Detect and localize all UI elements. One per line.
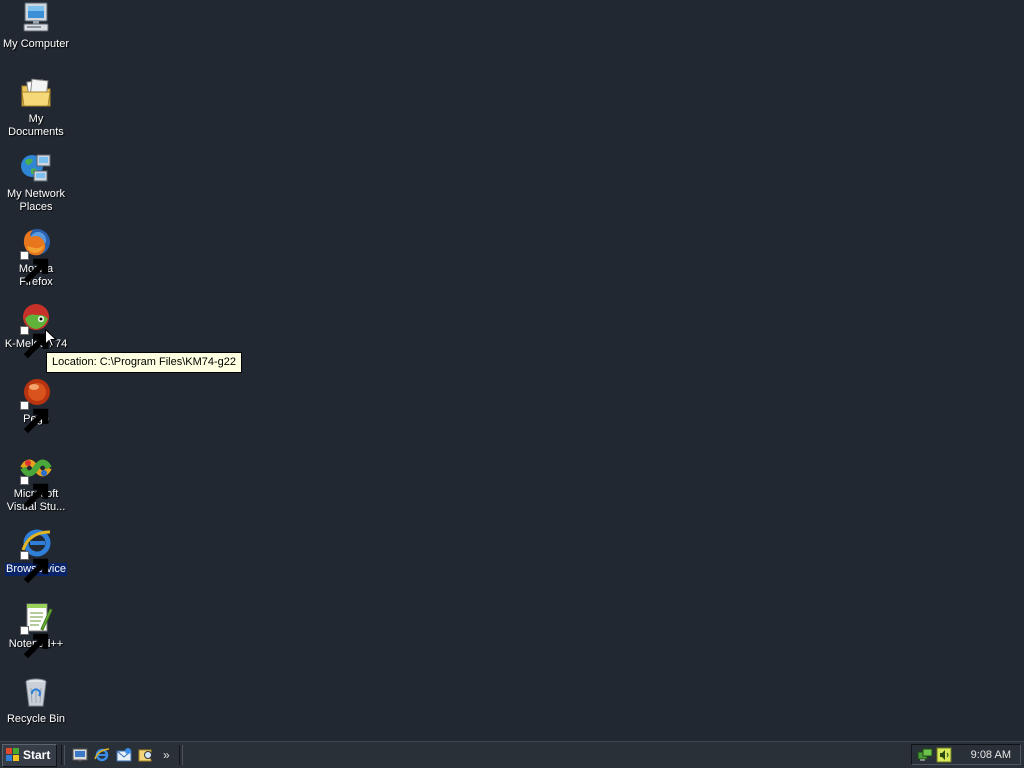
desktop-icon-pego[interactable]: Pego: [0, 376, 72, 434]
location-tooltip: Location: C:\Program Files\KM74-g22: [46, 352, 243, 373]
search-icon[interactable]: [137, 746, 155, 764]
shortcut-arrow-icon: [20, 251, 49, 284]
firefox-icon: [19, 226, 53, 284]
computer-icon: [19, 1, 53, 35]
desktop-icon-recycle-bin[interactable]: Recycle Bin: [0, 676, 72, 726]
system-tray: 9:08 AM: [911, 744, 1021, 765]
desktop-icon-my-computer[interactable]: My Computer: [0, 1, 72, 51]
start-label: Start: [23, 748, 51, 762]
shortcut-arrow-icon: [20, 401, 49, 434]
start-button[interactable]: Start: [2, 743, 58, 767]
desktop[interactable]: My Computer My Documents My Network Plac…: [0, 0, 1024, 741]
outlook-express-icon[interactable]: [115, 746, 133, 764]
desktop-icon-label: My Computer: [2, 38, 70, 50]
taskbar-separator: [61, 745, 66, 765]
notepad-plus-plus-icon: [19, 601, 53, 659]
desktop-icon-label: My Documents: [8, 113, 64, 138]
clock[interactable]: 9:08 AM: [971, 749, 1011, 761]
quick-launch-more-button[interactable]: »: [161, 748, 171, 762]
desktop-icon-visual-studio[interactable]: Microsoft Visual Stu...: [0, 451, 72, 514]
shortcut-arrow-icon: [20, 626, 49, 659]
desktop-icon-browservice[interactable]: Browservice: [0, 526, 72, 584]
recycle-bin-icon: [19, 676, 53, 710]
shortcut-arrow-icon: [20, 551, 49, 584]
shortcut-arrow-icon: [20, 326, 49, 359]
windows-logo-icon: [6, 748, 19, 761]
taskbar-separator: [179, 745, 184, 765]
shortcut-arrow-icon: [20, 476, 49, 509]
internet-explorer-icon[interactable]: [93, 746, 111, 764]
network-places-icon: [19, 151, 53, 185]
desktop-icon-label: Recycle Bin: [6, 713, 66, 725]
documents-folder-icon: [19, 76, 53, 110]
desktop-icon-notepad-plus-plus[interactable]: Notepad++: [0, 601, 72, 659]
desktop-icon-my-network-places[interactable]: My Network Places: [0, 151, 72, 214]
desktop-icon-k-meleon[interactable]: K-Meleon 74: [0, 301, 72, 359]
desktop-icon-my-documents[interactable]: My Documents: [0, 76, 72, 139]
taskbar: Start » 9:08 AM: [0, 741, 1024, 768]
desktop-icon-mozilla-firefox[interactable]: Mozilla Firefox: [0, 226, 72, 289]
show-desktop-icon[interactable]: [71, 746, 89, 764]
network-tray-icon[interactable]: [917, 747, 933, 763]
internet-explorer-icon: [19, 526, 53, 584]
volume-tray-icon[interactable]: [936, 747, 952, 763]
pego-icon: [19, 376, 53, 434]
desktop-icon-label: My Network Places: [6, 188, 66, 213]
mouse-cursor-icon: [45, 329, 57, 348]
visual-studio-icon: [19, 451, 53, 509]
